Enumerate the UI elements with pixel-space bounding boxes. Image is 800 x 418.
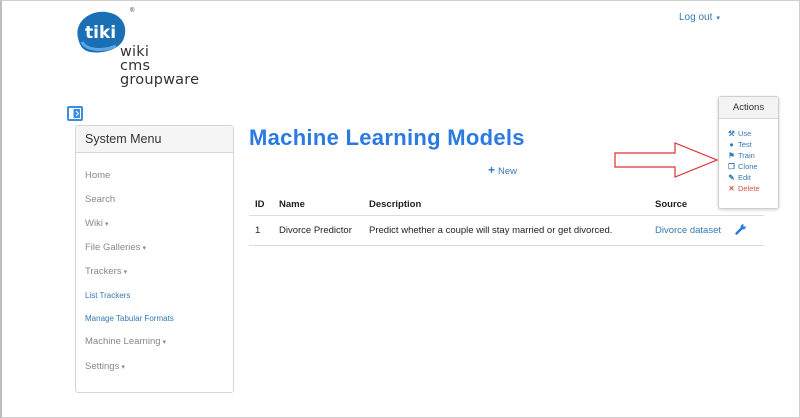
logout-label: Log out <box>679 12 713 23</box>
column-header-id[interactable]: ID <box>249 194 273 216</box>
tiki-logo[interactable]: tiki ® wiki cms groupware <box>72 8 232 94</box>
sidebar-item-label: File Galleries <box>85 242 141 253</box>
logo-line: wiki <box>120 44 150 60</box>
page-title: Machine Learning Models <box>249 125 525 150</box>
circle-play-icon: ● <box>729 140 734 149</box>
sidebar-item-label: Manage Tabular Formats <box>85 314 174 323</box>
actions-title: Actions <box>719 97 778 119</box>
table-header-row: ID Name Description Source <box>249 194 764 216</box>
column-header-source[interactable]: Source <box>649 194 729 216</box>
action-test[interactable]: ● Test <box>727 140 752 149</box>
sidebar-item-label: Wiki <box>85 218 103 229</box>
chevron-down-icon: ▾ <box>123 269 128 276</box>
sidebar-toggle-button[interactable] <box>67 106 83 121</box>
new-model-button[interactable]: + New <box>488 163 517 177</box>
action-label: Edit <box>738 173 751 182</box>
models-table: ID Name Description Source 1 Divorce Pre… <box>249 194 764 246</box>
action-label: Test <box>738 140 752 149</box>
logo-line: groupware <box>120 72 200 88</box>
sidebar-toggle-icon <box>69 108 81 119</box>
actions-popover: Actions ⚒ Use ● Test ⚑ Train ❐ Clone ✎ Edit ✕… <box>718 96 779 209</box>
sidebar-item-settings[interactable]: Settings ▾ <box>85 361 125 372</box>
new-model-label: New <box>498 166 518 177</box>
sidebar-item-trackers[interactable]: Trackers ▾ <box>85 266 127 277</box>
action-train[interactable]: ⚑ Train <box>727 151 755 160</box>
cell-name: Divorce Predictor <box>273 215 363 246</box>
sidebar-item-label: Search <box>85 194 116 205</box>
train-icon: ⚑ <box>728 151 735 160</box>
delete-icon: ✕ <box>728 184 735 193</box>
sidebar-item-list-trackers[interactable]: List Trackers <box>85 291 130 300</box>
sidebar-item-search[interactable]: Search <box>85 194 115 205</box>
table-row: 1 Divorce Predictor Predict whether a co… <box>249 215 764 246</box>
action-label: Train <box>738 151 755 160</box>
logo-wordmark: wiki cms groupware <box>120 44 200 88</box>
sidebar-item-wiki[interactable]: Wiki ▾ <box>85 218 108 229</box>
sidebar-item-home[interactable]: Home <box>85 170 110 181</box>
sidebar-item-label: List Trackers <box>85 291 131 300</box>
chevron-down-icon: ▾ <box>162 339 167 346</box>
hammer-icon: ⚒ <box>728 129 735 138</box>
column-header-description[interactable]: Description <box>363 194 649 216</box>
wrench-icon[interactable] <box>735 223 747 238</box>
action-label: Use <box>738 129 752 138</box>
action-edit[interactable]: ✎ Edit <box>727 173 751 182</box>
sidebar-item-label: Settings <box>85 361 120 372</box>
logo-badge-text: tiki <box>85 23 116 43</box>
sidebar-item-manage-tabular-formats[interactable]: Manage Tabular Formats <box>85 314 174 323</box>
edit-icon: ✎ <box>728 173 735 182</box>
action-delete[interactable]: ✕ Delete <box>727 184 760 193</box>
action-use[interactable]: ⚒ Use <box>727 129 751 138</box>
sidebar-item-label: Home <box>85 170 111 181</box>
cell-description: Predict whether a couple will stay marri… <box>363 215 649 246</box>
sidebar-item-file-galleries[interactable]: File Galleries ▾ <box>85 242 146 253</box>
column-header-name[interactable]: Name <box>273 194 363 216</box>
action-label: Clone <box>738 162 758 171</box>
chevron-down-icon: ▾ <box>104 221 109 228</box>
chevron-down-icon: ▾ <box>716 15 720 22</box>
system-menu: System Menu Home Search Wiki ▾ File Galle… <box>75 125 234 393</box>
chevron-down-icon: ▾ <box>121 364 125 371</box>
registered-mark: ® <box>130 8 135 14</box>
system-menu-title: System Menu <box>76 126 233 153</box>
clone-icon: ❐ <box>728 162 735 171</box>
logo-line: cms <box>120 58 151 74</box>
callout-arrow-icon <box>614 142 719 178</box>
cell-source-link[interactable]: Divorce dataset <box>649 215 729 246</box>
plus-icon: + <box>488 163 496 177</box>
action-label: Delete <box>738 184 760 193</box>
cell-id: 1 <box>249 215 273 246</box>
sidebar-item-label: Machine Learning <box>85 336 161 347</box>
sidebar-item-label: Trackers <box>85 266 122 277</box>
logout-link[interactable]: Log out ▾ <box>679 12 720 23</box>
sidebar-item-machine-learning[interactable]: Machine Learning ▾ <box>85 336 166 347</box>
action-clone[interactable]: ❐ Clone <box>727 162 758 171</box>
cell-actions <box>729 215 764 246</box>
chevron-down-icon: ▾ <box>142 245 146 252</box>
